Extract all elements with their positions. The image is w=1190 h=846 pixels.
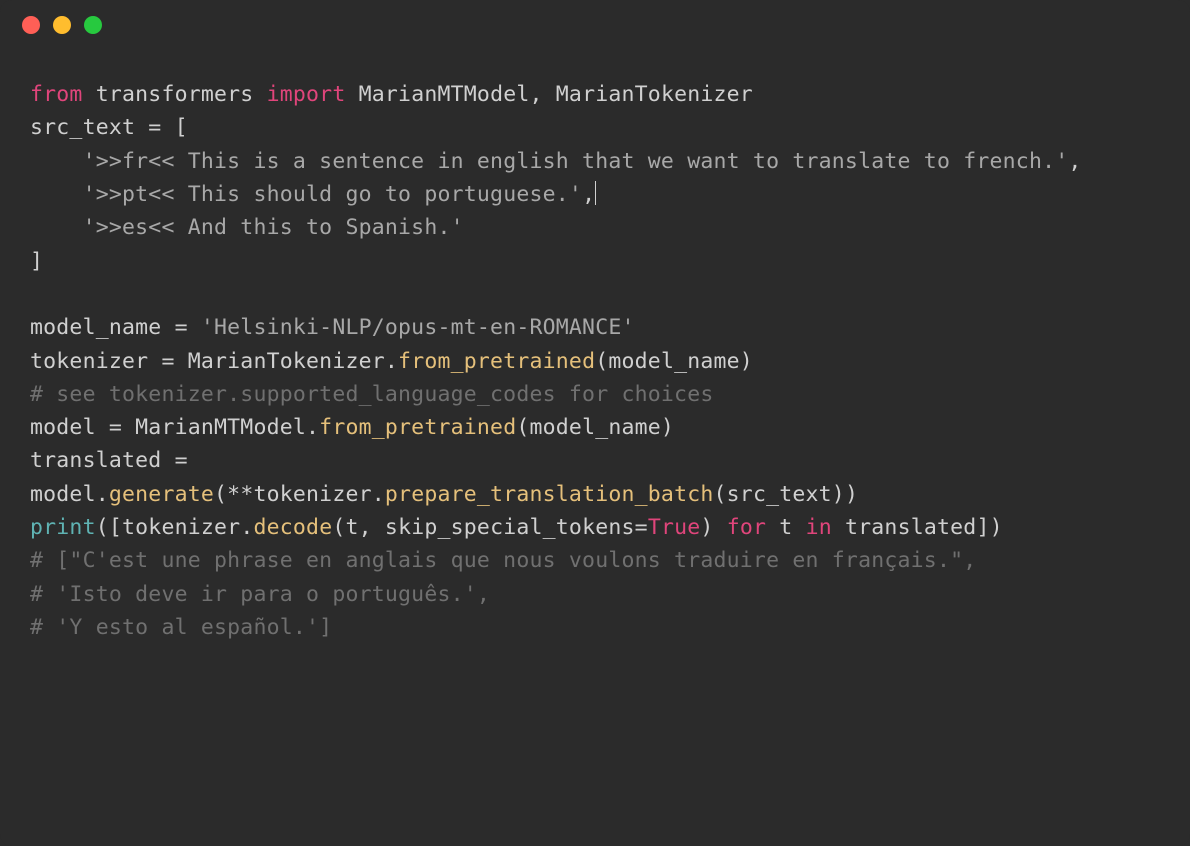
code-text: src_text = [ — [30, 115, 188, 140]
maximize-icon[interactable] — [84, 16, 102, 34]
code-text: (model_name) — [516, 415, 674, 440]
function-name: prepare_translation_batch — [385, 482, 714, 507]
code-text — [30, 149, 83, 174]
code-text: translated]) — [832, 515, 1003, 540]
code-text: tokenizer = MarianTokenizer. — [30, 349, 398, 374]
code-editor[interactable]: from transformers import MarianMTModel, … — [0, 50, 1190, 674]
minimize-icon[interactable] — [53, 16, 71, 34]
keyword-for: for — [727, 515, 766, 540]
code-text: ([tokenizer. — [96, 515, 254, 540]
code-text — [30, 182, 83, 207]
code-text: , — [582, 182, 595, 207]
code-text: model_name = — [30, 315, 201, 340]
keyword-import: import — [267, 82, 346, 107]
code-text: t — [766, 515, 805, 540]
code-comment: # ["C'est une phrase en anglais que nous… — [30, 548, 976, 573]
code-comment: # 'Y esto al español.'] — [30, 615, 332, 640]
code-comment: # 'Isto deve ir para o português.', — [30, 582, 490, 607]
code-window: from transformers import MarianMTModel, … — [0, 0, 1190, 846]
string-literal: '>>es<< And this to Spanish.' — [83, 215, 464, 240]
code-text: transformers — [83, 82, 267, 107]
function-name: from_pretrained — [398, 349, 595, 374]
code-text: translated = — [30, 448, 201, 473]
code-comment: # see tokenizer.supported_language_codes… — [30, 382, 714, 407]
code-text: (src_text)) — [714, 482, 859, 507]
code-text: model. — [30, 482, 109, 507]
keyword-in: in — [806, 515, 832, 540]
code-text: , — [1068, 149, 1081, 174]
code-text: (t, skip_special_tokens= — [332, 515, 647, 540]
string-literal: '>>pt<< This should go to portuguese.' — [83, 182, 582, 207]
function-name: decode — [253, 515, 332, 540]
code-text: (**tokenizer. — [214, 482, 385, 507]
function-name: from_pretrained — [319, 415, 516, 440]
code-text: model = MarianMTModel. — [30, 415, 319, 440]
keyword-from: from — [30, 82, 83, 107]
close-icon[interactable] — [22, 16, 40, 34]
code-text: MarianMTModel, MarianTokenizer — [345, 82, 752, 107]
window-titlebar — [0, 0, 1190, 50]
text-cursor — [595, 181, 596, 205]
string-literal: '>>fr<< This is a sentence in english th… — [83, 149, 1069, 174]
function-name: generate — [109, 482, 214, 507]
string-literal: 'Helsinki-NLP/opus-mt-en-ROMANCE' — [201, 315, 635, 340]
code-text: ] — [30, 249, 43, 274]
code-text — [30, 215, 83, 240]
builtin-call: print — [30, 515, 96, 540]
boolean-literal: True — [648, 515, 701, 540]
code-text: (model_name) — [595, 349, 753, 374]
code-text: ) — [700, 515, 726, 540]
